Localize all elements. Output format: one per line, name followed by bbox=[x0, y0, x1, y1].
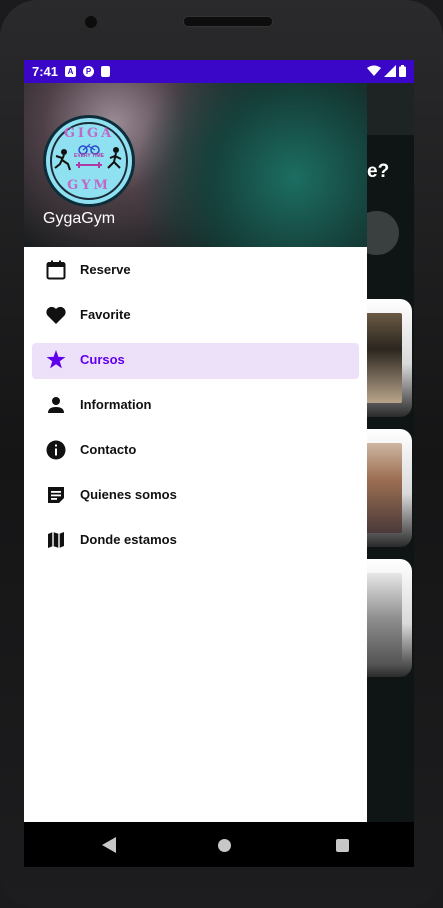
heart-icon bbox=[45, 304, 67, 326]
star-icon bbox=[45, 349, 67, 371]
recent-apps-icon[interactable] bbox=[336, 839, 349, 852]
menu-item-label: Reserve bbox=[80, 262, 131, 277]
menu-item-label: Contacto bbox=[80, 442, 137, 457]
sd-card-icon bbox=[101, 66, 111, 77]
menu-item-label: Information bbox=[80, 397, 152, 412]
drawer-header: GIGA EVERY TIME GYM GygaGym bbox=[24, 83, 367, 247]
home-icon[interactable] bbox=[218, 839, 231, 852]
a-icon: A bbox=[65, 66, 77, 77]
system-navigation-bar bbox=[24, 822, 414, 867]
menu-item-cursos[interactable]: Cursos bbox=[24, 337, 367, 382]
info-icon bbox=[45, 439, 67, 461]
course-photo bbox=[366, 573, 402, 663]
status-bar: 7:41 A P bbox=[24, 60, 414, 83]
signal-icon bbox=[384, 65, 396, 77]
earpiece-speaker bbox=[183, 16, 273, 27]
menu-item-label: Donde estamos bbox=[80, 532, 177, 547]
menu-item-label: Cursos bbox=[80, 352, 125, 367]
status-time: 7:41 bbox=[32, 64, 59, 79]
course-photo bbox=[366, 443, 402, 533]
screen: 7:41 A P e? GIGA EVERY TIME GYM GygaGym … bbox=[24, 60, 414, 822]
menu-item-contacto[interactable]: Contacto bbox=[24, 427, 367, 472]
wifi-icon bbox=[367, 65, 381, 76]
logo-bottom-text: GYM bbox=[67, 178, 111, 193]
menu-item-reserve[interactable]: Reserve bbox=[24, 247, 367, 292]
menu-item-label: Quienes somos bbox=[80, 487, 177, 502]
course-photo bbox=[366, 313, 402, 403]
calendar-icon bbox=[45, 259, 67, 281]
menu-item-label: Favorite bbox=[80, 307, 131, 322]
menu-item-information[interactable]: Information bbox=[24, 382, 367, 427]
battery-icon bbox=[399, 65, 406, 77]
p-icon: P bbox=[83, 66, 95, 77]
phone-frame: 7:41 A P e? GIGA EVERY TIME GYM GygaGym … bbox=[0, 0, 443, 908]
map-icon bbox=[45, 529, 67, 551]
menu-item-favorite[interactable]: Favorite bbox=[24, 292, 367, 337]
background-question-text: e? bbox=[367, 161, 390, 182]
gym-logo: GIGA EVERY TIME GYM bbox=[43, 115, 135, 207]
drawer-menu: Reserve Favorite Cursos Information Cont… bbox=[24, 247, 367, 562]
menu-item-quienes-somos[interactable]: Quienes somos bbox=[24, 472, 367, 517]
person-icon bbox=[45, 394, 67, 416]
front-camera bbox=[84, 15, 98, 29]
brand-name: GygaGym bbox=[43, 210, 116, 227]
navigation-drawer: GIGA EVERY TIME GYM GygaGym Reserve Favo… bbox=[24, 83, 367, 822]
note-icon bbox=[45, 484, 67, 506]
back-icon[interactable] bbox=[102, 837, 116, 853]
menu-item-donde-estamos[interactable]: Donde estamos bbox=[24, 517, 367, 562]
logo-middle-text: EVERY TIME bbox=[73, 153, 104, 159]
